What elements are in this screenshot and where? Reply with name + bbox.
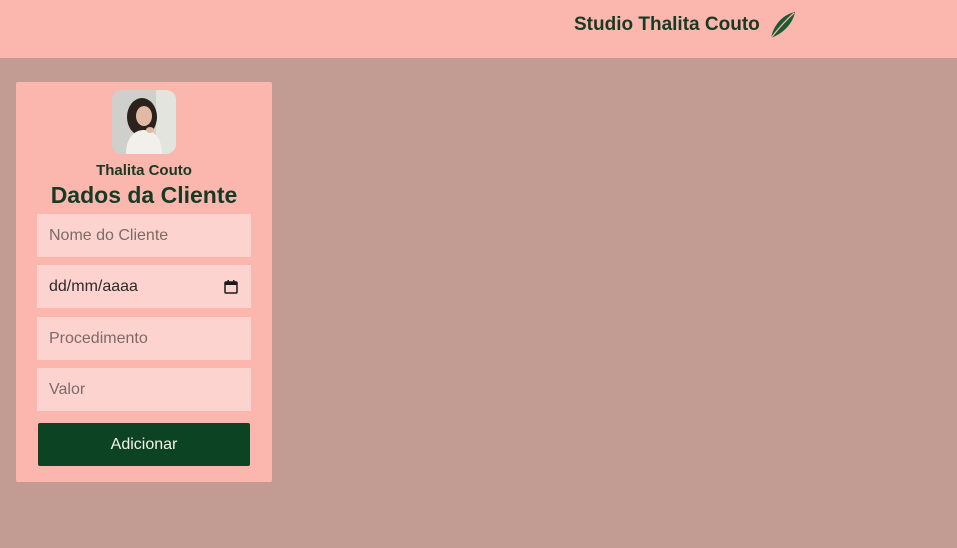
profile-photo	[112, 90, 176, 154]
brand-name: Studio Thalita Couto	[574, 14, 760, 35]
calendar-icon[interactable]	[223, 279, 239, 295]
top-bar: Studio Thalita Couto	[0, 0, 957, 58]
form-title: Dados da Cliente	[50, 182, 238, 208]
client-form-card: Thalita Couto Dados da Cliente dd/mm/aaa…	[16, 82, 272, 482]
procedure-input[interactable]	[37, 317, 251, 360]
value-input[interactable]	[37, 368, 251, 411]
client-name-input[interactable]	[37, 214, 251, 257]
brand: Studio Thalita Couto	[574, 10, 799, 40]
date-placeholder: dd/mm/aaaa	[49, 277, 138, 295]
add-button[interactable]: Adicionar	[38, 423, 250, 466]
profile-name: Thalita Couto	[96, 162, 192, 179]
leaf-icon	[767, 9, 799, 41]
date-input[interactable]: dd/mm/aaaa	[37, 265, 251, 308]
avatar	[112, 90, 176, 154]
